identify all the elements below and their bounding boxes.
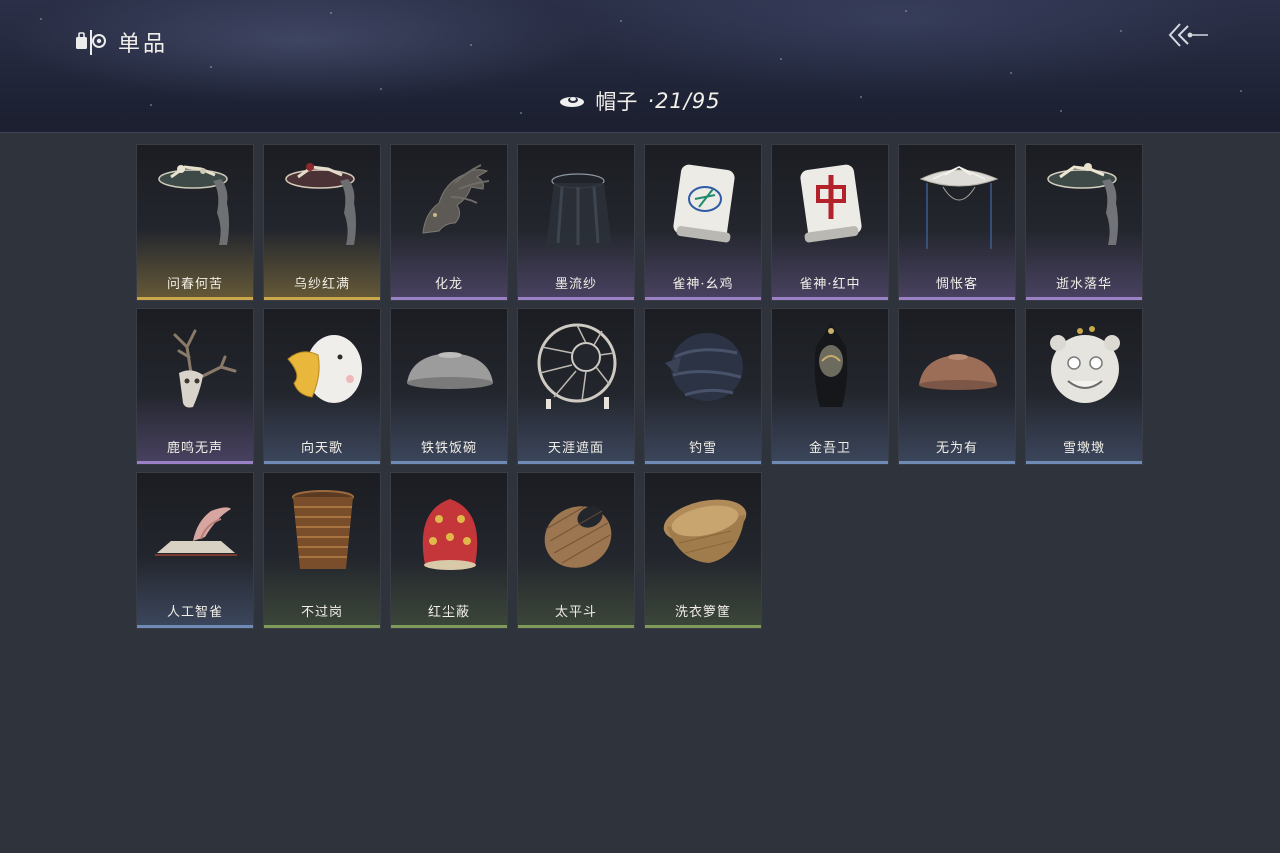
item-card[interactable]: 逝水落华 xyxy=(1025,144,1143,301)
header-banner: 单品 帽子 ·21/95 xyxy=(0,0,1280,133)
item-name: 金吾卫 xyxy=(808,441,851,456)
item-card[interactable]: 雀神·幺鸡 xyxy=(644,144,762,301)
bird-hat-icon xyxy=(155,507,237,556)
item-card[interactable]: 人工智雀 xyxy=(136,472,254,629)
iron-bowl-icon xyxy=(407,352,493,389)
item-name: 逝水落华 xyxy=(1055,277,1112,292)
dragon-head-icon xyxy=(422,164,490,234)
white-curtain-hat-icon xyxy=(919,166,999,249)
item-grid: 问春何苦 乌纱红满 化龙 墨流纱 雀神·幺鸡 雀神·红中 惆怅客 逝水落华 鹿鸣… xyxy=(136,144,1143,629)
item-name: 化龙 xyxy=(434,277,463,292)
red-lantern-hood-icon xyxy=(422,499,478,570)
bamboo-frame-hat-icon xyxy=(537,323,617,409)
goose-hood-icon xyxy=(287,335,362,403)
item-name: 太平斗 xyxy=(554,605,597,620)
item-card[interactable]: 惆怅客 xyxy=(898,144,1016,301)
clay-bowl-icon xyxy=(919,354,997,390)
item-card[interactable]: 鹿鸣无声 xyxy=(136,308,254,465)
bowl-stack-icon xyxy=(292,490,354,569)
back-arrow-icon xyxy=(1168,23,1208,47)
mahjong-one-bamboo-icon xyxy=(673,164,735,243)
item-name: 雀神·红中 xyxy=(799,277,861,292)
item-card[interactable]: 向天歌 xyxy=(263,308,381,465)
deer-skull-icon xyxy=(173,329,237,408)
item-card[interactable]: 钓雪 xyxy=(644,308,762,465)
back-button[interactable] xyxy=(1166,20,1212,50)
woven-basket-hat-icon xyxy=(544,506,612,568)
hat-icon xyxy=(560,97,585,107)
item-name: 人工智雀 xyxy=(166,605,223,620)
category-title: 帽子 xyxy=(595,90,638,114)
veiled-flower-hat-icon xyxy=(1047,163,1118,245)
red-veiled-hat-icon xyxy=(285,163,356,245)
wardrobe-icon xyxy=(76,30,106,55)
item-name: 天涯遮面 xyxy=(547,441,604,456)
item-name: 洗衣箩筐 xyxy=(674,605,731,620)
item-card[interactable]: 不过岗 xyxy=(263,472,381,629)
item-name: 红尘蔽 xyxy=(427,605,470,620)
guard-helmet-icon xyxy=(814,323,848,407)
item-name: 鹿鸣无声 xyxy=(166,441,223,456)
page-title-group: 单品 xyxy=(74,26,168,58)
black-gauze-hat-icon xyxy=(546,173,612,249)
item-name: 墨流纱 xyxy=(554,277,597,292)
laundry-basket-icon xyxy=(663,499,747,563)
item-card[interactable]: 红尘蔽 xyxy=(390,472,508,629)
item-name: 铁铁饭碗 xyxy=(420,441,477,456)
category-count: ·21/95 xyxy=(647,89,721,113)
lion-mask-icon xyxy=(1050,326,1120,403)
item-name: 雀神·幺鸡 xyxy=(672,277,734,292)
item-card[interactable]: 铁铁饭碗 xyxy=(390,308,508,465)
item-name: 无为有 xyxy=(935,441,978,456)
item-card[interactable]: 雀神·红中 xyxy=(771,144,889,301)
item-name: 钓雪 xyxy=(688,441,717,456)
page-title: 单品 xyxy=(118,32,169,57)
item-card[interactable]: 金吾卫 xyxy=(771,308,889,465)
item-card[interactable]: 墨流纱 xyxy=(517,144,635,301)
item-card[interactable]: 问春何苦 xyxy=(136,144,254,301)
item-name: 雪墩墩 xyxy=(1062,441,1105,456)
item-card[interactable]: 雪墩墩 xyxy=(1025,308,1143,465)
category-heading: 帽子 ·21/95 xyxy=(0,86,1280,116)
item-name: 不过岗 xyxy=(300,605,343,620)
item-name: 惆怅客 xyxy=(935,277,978,292)
veiled-bamboo-hat-icon xyxy=(158,165,229,245)
item-card[interactable]: 天涯遮面 xyxy=(517,308,635,465)
item-name: 乌纱红满 xyxy=(293,277,350,292)
item-card[interactable]: 化龙 xyxy=(390,144,508,301)
item-name: 问春何苦 xyxy=(166,277,223,292)
item-card[interactable]: 乌纱红满 xyxy=(263,144,381,301)
item-card[interactable]: 太平斗 xyxy=(517,472,635,629)
dark-wrapped-hat-icon xyxy=(665,333,743,401)
item-name: 向天歌 xyxy=(300,441,343,456)
mahjong-red-dragon-icon xyxy=(800,164,862,243)
item-card[interactable]: 洗衣箩筐 xyxy=(644,472,762,629)
item-card[interactable]: 无为有 xyxy=(898,308,1016,465)
